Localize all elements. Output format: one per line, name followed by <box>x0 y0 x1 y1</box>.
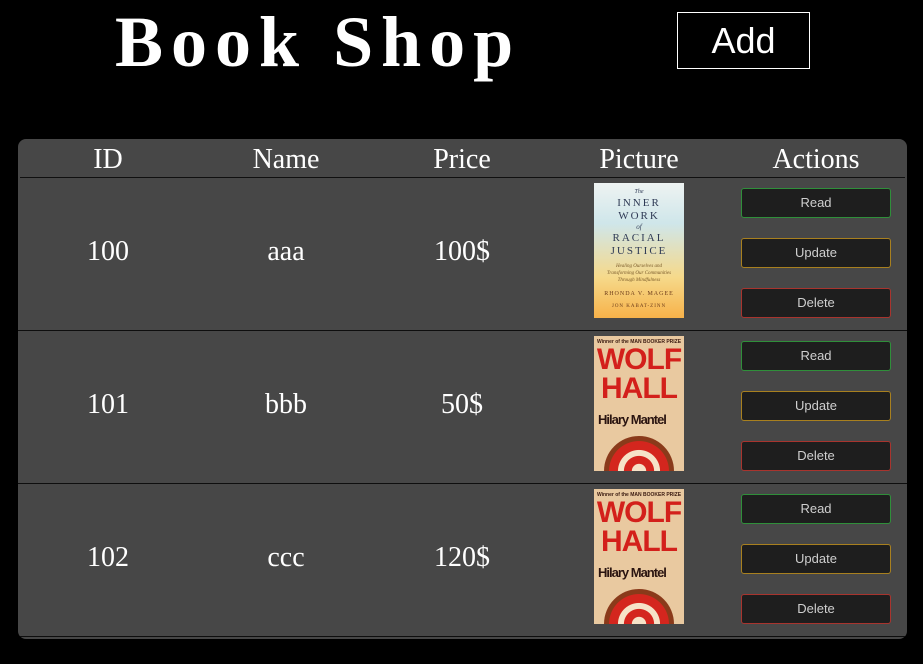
table-row: 100 aaa 100$ The INNER WORK of RACIAL JU… <box>18 178 907 331</box>
cell-name: bbb <box>265 389 307 420</box>
cover-foreword: JON KABAT-ZINN <box>611 304 667 309</box>
row-divider <box>18 636 907 637</box>
page-title: Book Shop <box>115 2 522 82</box>
book-cover-image: Winner of the MAN BOOKER PRIZE WOLF HALL… <box>594 489 684 624</box>
update-button[interactable]: Update <box>741 544 891 574</box>
read-button[interactable]: Read <box>741 341 891 371</box>
cover-title-line: HALL <box>601 525 678 558</box>
cell-price: 100$ <box>434 236 490 267</box>
cover-title-line: RACIAL <box>612 232 666 244</box>
books-table: ID Name Price Picture Actions 100 aaa 10… <box>18 139 907 639</box>
update-button[interactable]: Update <box>741 238 891 268</box>
cover-title-line: HALL <box>601 372 678 405</box>
column-header-id: ID <box>93 144 123 175</box>
tudor-rose-icon <box>604 436 674 471</box>
cover-title-line: of <box>636 223 642 231</box>
delete-button[interactable]: Delete <box>741 594 891 624</box>
table-row: 102 ccc 120$ Winner of the MAN BOOKER PR… <box>18 484 907 637</box>
cell-name: ccc <box>267 542 305 573</box>
read-button[interactable]: Read <box>741 188 891 218</box>
cell-id: 102 <box>87 542 129 573</box>
cover-title-line: JUSTICE <box>610 245 668 257</box>
delete-button[interactable]: Delete <box>741 288 891 318</box>
cover-author: Hilary Mantel <box>598 412 667 427</box>
cover-subtitle: Healing Ourselves and Transforming Our C… <box>606 264 672 283</box>
delete-button[interactable]: Delete <box>741 441 891 471</box>
table-header: ID Name Price Picture Actions <box>18 139 907 177</box>
cover-title-line: WORK <box>618 210 660 222</box>
table-row: 101 bbb 50$ Winner of the MAN BOOKER PRI… <box>18 331 907 484</box>
add-button[interactable]: Add <box>677 12 810 69</box>
cover-title-line: INNER <box>617 197 661 209</box>
cell-name: aaa <box>267 236 305 267</box>
cover-author: RHONDA V. MAGEE <box>604 291 674 297</box>
column-header-name: Name <box>252 144 320 175</box>
cell-id: 100 <box>87 236 129 267</box>
cell-price: 50$ <box>441 389 483 420</box>
cover-title-line: WOLF <box>596 343 682 376</box>
tudor-rose-icon <box>604 589 674 624</box>
column-header-actions: Actions <box>772 144 860 175</box>
cover-title-line: The <box>634 189 644 195</box>
cell-price: 120$ <box>434 542 490 573</box>
read-button[interactable]: Read <box>741 494 891 524</box>
column-header-picture: Picture <box>599 144 679 175</box>
cell-id: 101 <box>87 389 129 420</box>
column-header-price: Price <box>433 144 491 175</box>
update-button[interactable]: Update <box>741 391 891 421</box>
cover-author: Hilary Mantel <box>598 565 667 580</box>
book-cover-image: The INNER WORK of RACIAL JUSTICE Healing… <box>594 183 684 318</box>
book-cover-image: Winner of the MAN BOOKER PRIZE WOLF HALL… <box>594 336 684 471</box>
cover-title-line: WOLF <box>596 496 682 529</box>
